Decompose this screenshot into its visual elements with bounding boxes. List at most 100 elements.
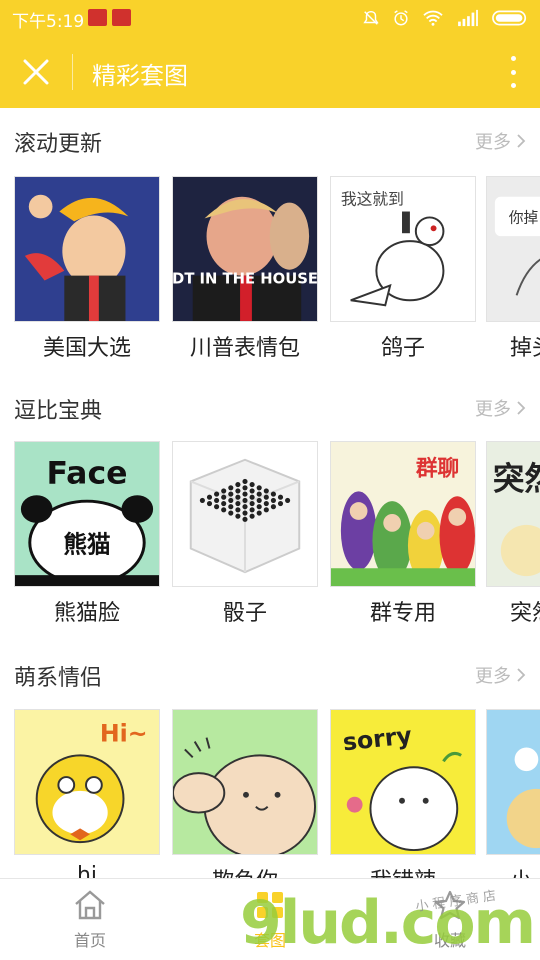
appbar-divider <box>72 54 73 90</box>
dice-pip <box>235 494 241 500</box>
sticker-card[interactable]: sorry 我错辣 <box>330 709 476 878</box>
sticker-label: hi <box>76 863 98 878</box>
battery-icon <box>492 10 527 26</box>
section-title: 萌系情侣 <box>14 666 103 691</box>
section-header-3: 萌系情侣 更多 <box>0 660 540 691</box>
nav-label: 收藏 <box>433 931 466 950</box>
page-title: 精彩套图 <box>92 62 188 90</box>
sticker-card[interactable]: 群聊 群专用 <box>330 441 476 627</box>
sticker-caption-2: 熊猫 <box>63 530 110 558</box>
dice-pip <box>249 513 255 519</box>
dice-pip <box>263 488 269 494</box>
sticker-card[interactable]: 美国大选 <box>14 176 160 362</box>
sticker-caption: 你掉 <box>509 209 539 226</box>
sticker-label: 小 <box>486 863 540 878</box>
sticker-label: 骰子 <box>222 601 267 626</box>
sticker-card[interactable]: 骰子 <box>172 441 318 627</box>
sticker-label: 突然 <box>510 601 540 626</box>
alarm-icon <box>394 10 408 26</box>
sticker-card[interactable]: 突然 突然 <box>486 441 540 627</box>
sticker-card[interactable]: Face 熊猫 熊猫脸 <box>14 441 160 627</box>
sticker-label: 川普表情包 <box>189 336 300 361</box>
section-header-2: 逗比宝典 更多 <box>0 393 540 424</box>
sticker-thumb-partial <box>486 709 540 855</box>
nav-label: 套图 <box>253 931 286 950</box>
sticker-card[interactable]: 欺负你 <box>172 709 318 878</box>
sticker-label: 美国大选 <box>42 336 131 361</box>
dice-pip <box>270 497 276 503</box>
sticker-thumb-hi-chick: Hi~ <box>14 709 160 855</box>
nav-item-favorites[interactable]: 收藏 <box>390 889 510 951</box>
sticker-card[interactable]: 我这就到 鸽子 <box>330 176 476 362</box>
close-icon <box>23 59 49 85</box>
close-button[interactable] <box>16 54 56 90</box>
mute-icon <box>363 10 379 25</box>
more-link-label: 更多 <box>475 399 511 420</box>
dice-pip <box>242 516 248 522</box>
more-link-label: 更多 <box>475 666 511 687</box>
sticker-card[interactable]: DT IN THE HOUSE 川普表情包 <box>172 176 318 362</box>
chevron-right-icon <box>517 401 526 415</box>
sticker-card[interactable]: 你掉 掉头 <box>486 176 540 362</box>
nav-item-sets[interactable]: 套图 <box>210 889 330 951</box>
sticker-card[interactable]: 小 <box>486 709 540 878</box>
dice-pip <box>242 510 248 516</box>
bottom-navigation: 首页 套图 收藏 <box>0 878 540 960</box>
dice-pip <box>228 510 234 516</box>
sticker-label: 掉头 <box>510 336 540 361</box>
dice-pip <box>242 497 248 503</box>
dice-pip <box>242 478 248 485</box>
more-link[interactable]: 更多 <box>475 662 526 688</box>
dice-pip <box>206 500 213 507</box>
sticker-card[interactable]: Hi~ hi <box>14 709 160 878</box>
dice-pip <box>277 500 284 507</box>
dice-pip <box>235 488 241 494</box>
netease-app-icon <box>88 9 107 26</box>
more-link[interactable]: 更多 <box>475 395 526 421</box>
sticker-label: 欺负你 <box>172 863 318 878</box>
more-menu-button[interactable] <box>506 56 520 88</box>
sticker-thumb-panda-face: Face 熊猫 <box>14 441 160 587</box>
app-bar: 精彩套图 <box>0 36 540 108</box>
dice-pip <box>249 488 255 494</box>
dice-pip <box>206 494 213 500</box>
sticker-label: 熊猫脸 <box>53 601 120 626</box>
dice-pip <box>256 485 262 491</box>
sticker-thumb-trump-photo: DT IN THE HOUSE <box>172 176 318 322</box>
dice-pip <box>228 504 234 510</box>
more-link-label: 更多 <box>475 132 511 153</box>
sticker-thumb-dice <box>172 441 318 587</box>
more-vert-icon <box>510 56 516 61</box>
dice-pip <box>221 500 227 507</box>
dice-pip <box>235 507 241 513</box>
sticker-caption: DT IN THE HOUSE <box>173 271 317 288</box>
sticker-caption: 群聊 <box>416 456 459 482</box>
dice-pip <box>256 491 262 497</box>
sticker-caption: 突然 <box>493 460 540 497</box>
sticker-label: 群专用 <box>369 601 436 626</box>
nav-item-home[interactable]: 首页 <box>30 889 150 951</box>
section-row-3: Hi~ hi 欺负你 sorry 我错辣 小 <box>0 709 540 878</box>
dice-pip <box>242 491 248 497</box>
dice-pip <box>228 491 234 497</box>
dice-pip <box>256 497 262 503</box>
home-icon <box>75 890 105 920</box>
chevron-right-icon <box>517 134 526 148</box>
dice-pip <box>249 507 255 513</box>
sticker-thumb-trump-cartoon <box>14 176 160 322</box>
dice-pip <box>235 482 241 488</box>
other-app-icon <box>112 9 131 26</box>
sticker-thumb-partial: 你掉 <box>486 176 540 322</box>
sticker-label: 鸽子 <box>380 336 425 361</box>
more-link[interactable]: 更多 <box>475 128 526 154</box>
dice-pip <box>242 485 248 491</box>
signal-icon <box>458 9 478 27</box>
section-row-1: 美国大选 DT IN THE HOUSE 川普表情包 我这就到 鸽子 你掉 掉头 <box>0 176 540 376</box>
dice-pip <box>235 500 241 507</box>
dice-pip <box>221 494 227 500</box>
sticker-caption: Hi~ <box>100 720 148 748</box>
sticker-caption: 我这就到 <box>341 190 404 209</box>
dice-pip <box>263 507 269 513</box>
grid-icon <box>257 892 283 918</box>
dice-pip <box>199 497 205 503</box>
